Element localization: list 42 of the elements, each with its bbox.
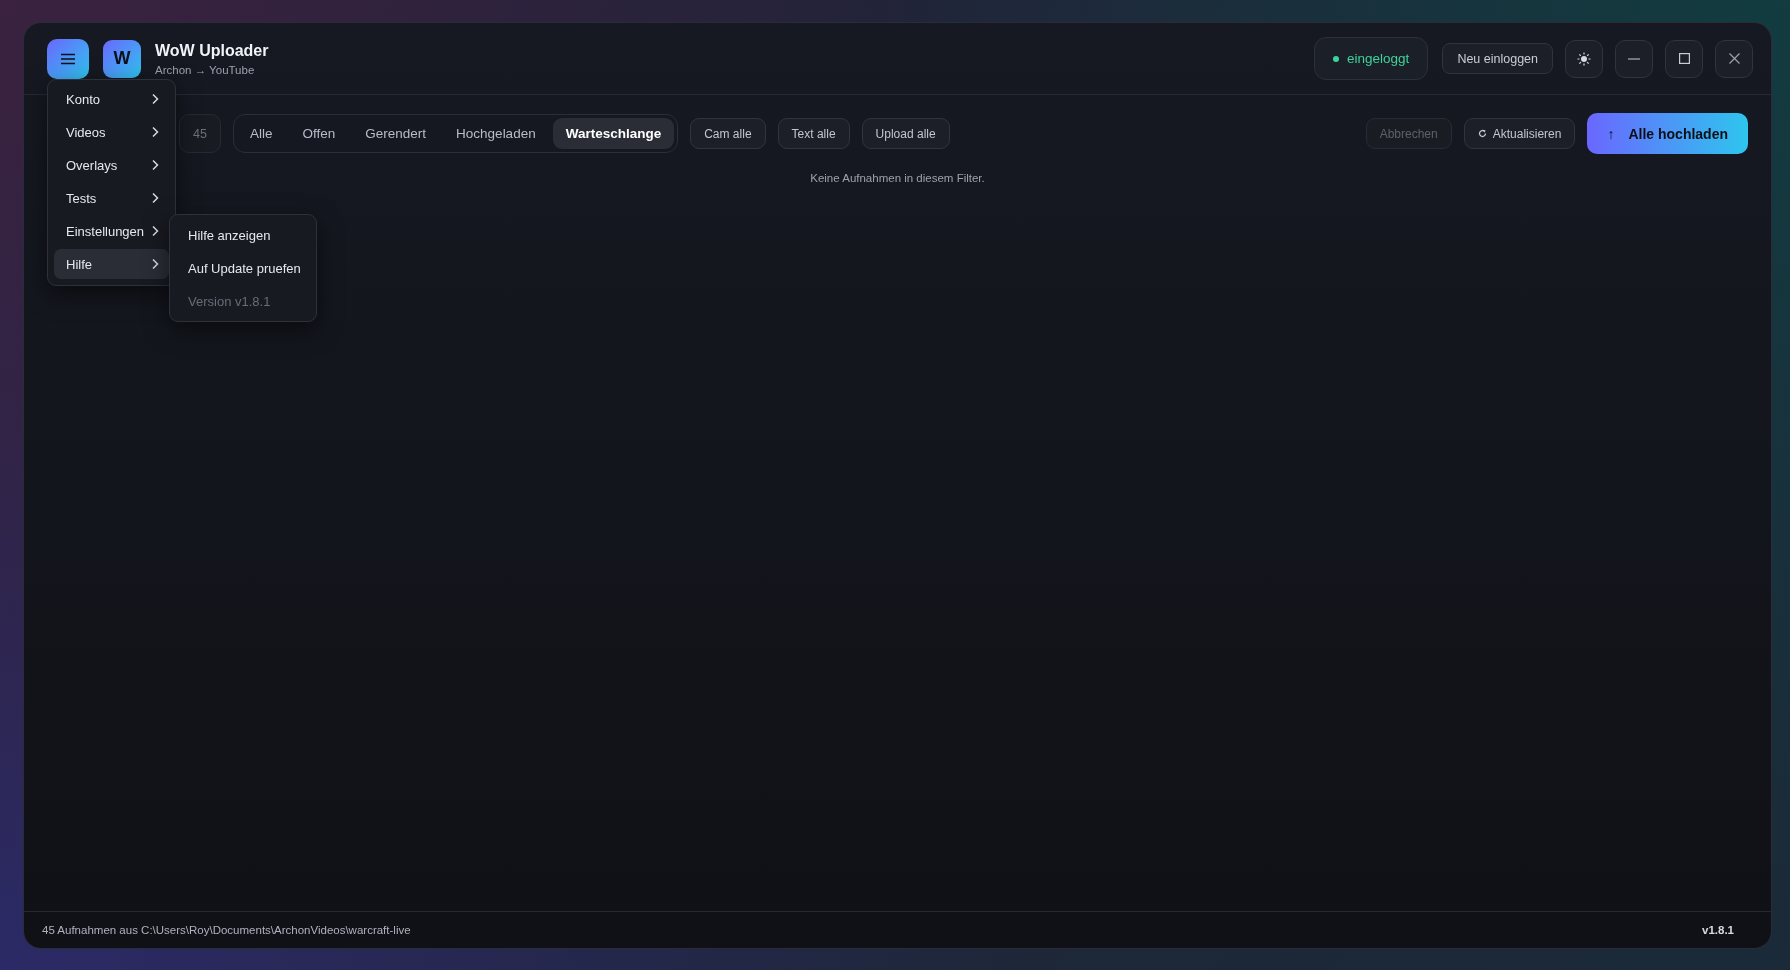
- menu-item[interactable]: Konto: [54, 84, 169, 114]
- minimize-icon: [1628, 57, 1640, 60]
- theme-toggle-button[interactable]: [1565, 39, 1603, 78]
- bulk-action-button[interactable]: Upload alle: [861, 118, 950, 149]
- relogin-button[interactable]: Neu einloggen: [1442, 43, 1553, 74]
- menu-item[interactable]: Overlays: [54, 150, 169, 180]
- submenu-item[interactable]: Hilfe anzeigen: [176, 220, 310, 250]
- status-text: 45 Aufnahmen aus C:\Users\Roy\Documents\ArchonVideos\warcraft-live: [42, 924, 411, 936]
- submenu-item[interactable]: Auf Update pruefen: [176, 253, 310, 283]
- menu-item[interactable]: Videos: [54, 117, 169, 147]
- app-logo: W: [103, 39, 141, 78]
- chevron-right-icon: [151, 225, 159, 237]
- recording-count: 45: [179, 114, 221, 153]
- chevron-right-icon: [151, 93, 159, 105]
- menu-button[interactable]: [47, 38, 89, 79]
- chevron-right-icon: [151, 258, 159, 270]
- bulk-action-button[interactable]: Text alle: [777, 118, 850, 149]
- menu-item[interactable]: Einstellungen: [54, 216, 169, 246]
- maximize-button[interactable]: [1665, 39, 1703, 78]
- bulk-action-button[interactable]: Cam alle: [690, 118, 766, 149]
- chevron-right-icon: [151, 159, 159, 171]
- sun-icon: [1577, 51, 1591, 66]
- menu-item[interactable]: Hilfe: [54, 249, 169, 279]
- app-subtitle: Archon → YouTube: [155, 63, 256, 76]
- filter-tab[interactable]: Warteschlange: [552, 118, 675, 149]
- filter-tab[interactable]: Alle: [237, 118, 286, 149]
- menu-icon: [60, 52, 76, 65]
- status-label: eingeloggt: [1347, 51, 1410, 66]
- close-icon: [1728, 53, 1740, 64]
- empty-message: Keine Aufnahmen in diesem Filter.: [810, 172, 985, 184]
- filter-tab[interactable]: Hochgeladen: [443, 118, 549, 149]
- chevron-right-icon: [151, 192, 159, 204]
- version-label: v1.8.1: [1702, 924, 1734, 936]
- menu-item[interactable]: Tests: [54, 183, 169, 213]
- refresh-icon: [1477, 129, 1487, 138]
- refresh-button[interactable]: Aktualisieren: [1463, 118, 1576, 149]
- chevron-right-icon: [151, 126, 159, 138]
- filter-tab[interactable]: Offen: [289, 118, 349, 149]
- filter-tab[interactable]: Gerendert: [352, 118, 440, 149]
- upload-all-button[interactable]: ↑ Alle hochladen: [1587, 113, 1748, 154]
- maximize-icon: [1678, 53, 1690, 64]
- app-title: WoW Uploader: [155, 41, 269, 60]
